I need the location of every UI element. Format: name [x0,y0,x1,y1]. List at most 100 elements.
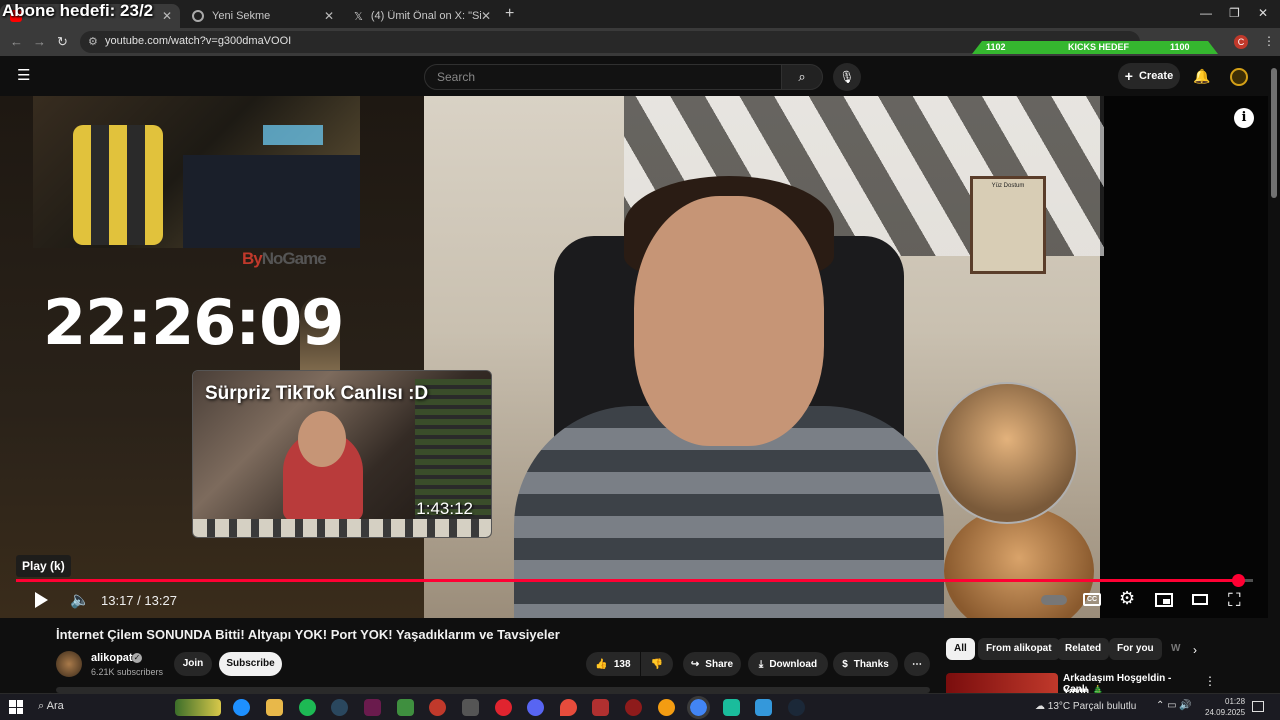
search-input[interactable] [437,70,737,84]
thanks-icon: $ [842,658,848,670]
chrome-icon[interactable] [687,696,710,719]
tab-new-tab[interactable]: Yeni Sekme ✕ [182,4,342,28]
restore-icon[interactable]: ❐ [1229,6,1240,20]
notifications-bell-icon[interactable]: 🔔 [1193,68,1210,85]
info-icon[interactable]: i [1234,108,1254,128]
like-button[interactable]: 👍 138 [586,652,640,676]
endcard-title: Sürpriz TikTok Canlısı :D [205,383,429,404]
thanks-label: Thanks [853,658,889,670]
settings-gear-icon[interactable]: ⚙ [1119,588,1135,609]
app-teal-icon[interactable] [723,699,740,716]
taskbar-search-label: Ara [46,700,64,712]
weather-widget[interactable]: ☁ 13°C Parçalı bulutlu [1035,701,1136,712]
system-tray-icons[interactable]: ⌃ ▭ 🔊 [1156,700,1192,711]
chip-related[interactable]: Related [1057,638,1110,660]
forward-icon[interactable]: → [33,34,46,49]
chip-from-channel[interactable]: From alikopat [978,638,1060,660]
discord-icon[interactable] [527,699,544,716]
back-icon[interactable]: ← [10,34,23,49]
app-red-icon[interactable] [429,699,446,716]
map-pin-app-icon[interactable] [560,699,577,716]
thumbs-up-icon: 👍 [595,658,608,670]
autoplay-toggle[interactable] [1041,595,1067,605]
app-tool-icon[interactable] [462,699,479,716]
spotify-icon[interactable] [299,699,316,716]
opera-icon[interactable] [495,699,512,716]
windows-start-icon[interactable] [9,700,23,714]
close-window-icon[interactable]: ✕ [1258,6,1268,20]
cloud-app-icon[interactable] [658,699,675,716]
theater-mode-button[interactable] [1192,594,1208,605]
tab-x-post[interactable]: 𝕏 (4) Ümit Önal on X: "Sizleri izle ✕ [344,4,499,28]
page-scrollbar[interactable] [1268,56,1280,696]
recommendation-thumbnail[interactable] [946,673,1058,693]
youtube-header: ☰ ⌕ 🎙 + Create 🔔 [0,56,1280,96]
chip-truncated[interactable]: W [1163,638,1188,660]
edge-icon[interactable] [233,699,250,716]
chip-all[interactable]: All [946,638,975,660]
notification-center-icon[interactable] [1252,701,1264,712]
voice-meeter-icon[interactable] [592,699,609,716]
steam-alt-icon[interactable] [788,699,805,716]
minimize-icon[interactable]: — [1200,6,1212,20]
webcam-light [263,125,323,145]
captions-button[interactable]: CC [1083,593,1101,606]
valorant-icon[interactable] [364,699,381,716]
close-tab-icon[interactable]: ✕ [324,9,334,23]
site-info-icon[interactable]: ⚙ [88,35,98,48]
share-button[interactable]: ↪ Share [683,652,741,676]
browser-menu-icon[interactable]: ⋮ [1263,34,1275,48]
download-button[interactable]: ⤓ Download [748,652,828,676]
play-button[interactable] [33,592,49,608]
calculator-icon[interactable] [755,699,772,716]
kicks-goal-bar: 1102 KICKS HEDEF 1100 [972,41,1218,54]
voice-search-button[interactable]: 🎙 [833,63,861,91]
new-tab-button[interactable]: + [505,5,514,23]
weather-text: 13°C Parçalı bulutlu [1047,701,1137,712]
chrome-favicon-icon [192,10,204,22]
taskbar-widget-icon[interactable] [175,699,221,716]
kicks-current: 1102 [986,42,1006,52]
file-explorer-icon[interactable] [266,699,283,716]
account-avatar[interactable] [1230,68,1248,86]
app-circle-icon[interactable] [625,699,642,716]
steam-icon[interactable] [331,699,348,716]
search-button[interactable]: ⌕ [781,64,823,90]
video-player[interactable]: Yüz Dostum ByNoGame 22:26:09 Sürpriz Tik… [0,96,1268,618]
wall-poster: Yüz Dostum [970,176,1046,274]
thumbs-down-icon: 👎 [650,658,664,670]
nvidia-icon[interactable] [397,699,414,716]
subscriber-count: 6.21K subscribers [91,667,164,677]
chip-for-you[interactable]: For you [1109,638,1162,660]
more-actions-button[interactable]: ⋯ [904,652,930,676]
thanks-button[interactable]: $ Thanks [833,652,898,676]
recommendation-menu-icon[interactable]: ⋮ [1204,674,1216,688]
browser-profile-avatar[interactable]: C [1234,35,1248,49]
endscreen-video-card[interactable]: Sürpriz TikTok Canlısı :D 1:43:12 [192,370,492,538]
join-button[interactable]: Join [174,652,212,676]
taskbar-search[interactable]: ⌕ Ara [38,700,64,713]
close-tab-icon[interactable]: ✕ [162,9,172,23]
miniplayer-button[interactable] [1155,593,1173,607]
reload-icon[interactable]: ↻ [57,34,68,50]
channel-name[interactable]: alikopat [91,652,133,664]
dislike-button[interactable]: 👎 [641,652,673,676]
tab-label: Yeni Sekme [212,10,271,22]
stream-timer: 22:26:09 [43,286,344,359]
webcam-chair [73,125,163,245]
chevron-right-icon[interactable]: › [1193,643,1197,657]
fullscreen-icon[interactable]: ⛶ [1228,590,1241,611]
scrollbar-thumb[interactable] [1271,68,1277,198]
cartoon-guitarist-badge [936,382,1078,524]
clock-date: 24.09.2025 [1205,708,1246,717]
sponsor-logo: ByNoGame [242,249,327,269]
create-button[interactable]: + Create [1118,63,1180,89]
clock[interactable]: 01:28 24.09.2025 [1205,696,1245,718]
hamburger-menu-icon[interactable]: ☰ [17,66,30,84]
channel-avatar[interactable] [56,651,82,677]
current-time: 13:17 [101,593,134,608]
close-tab-icon[interactable]: ✕ [481,9,491,23]
subscribe-button[interactable]: Subscribe [219,652,282,676]
search-box[interactable] [424,64,782,90]
volume-icon[interactable]: 🔈 [70,590,90,610]
